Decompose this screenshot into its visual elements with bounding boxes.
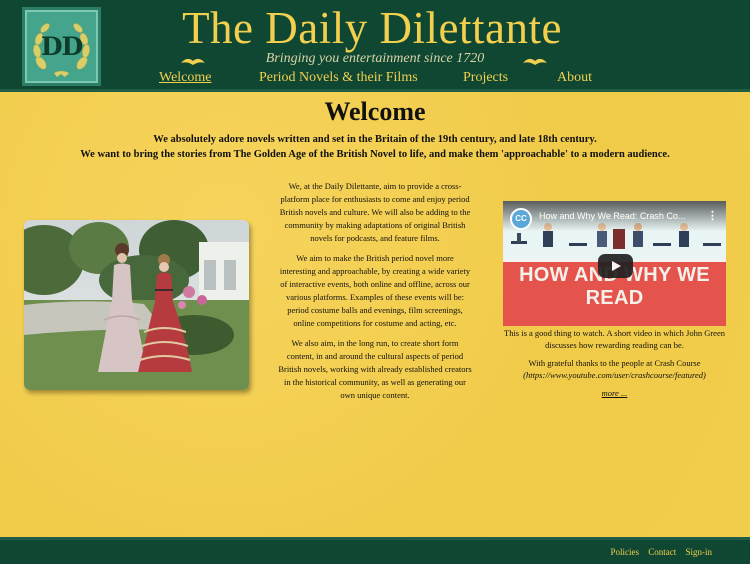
site-title-text: The Daily Dilettante bbox=[182, 3, 562, 53]
video-credit-text: With grateful thanks to the people at Cr… bbox=[528, 358, 701, 368]
costume-photo bbox=[24, 220, 249, 390]
site-tagline: Bringing you entertainment since 1720 bbox=[265, 51, 485, 66]
logo-monogram: DD bbox=[40, 32, 83, 61]
video-embed[interactable]: HOW AND WHY WE READ CC How and Why We Re… bbox=[503, 201, 726, 326]
footer-divider bbox=[0, 537, 750, 540]
mission-paragraph: We also aim, in the long run, to create … bbox=[278, 338, 472, 400]
video-description: This is a good thing to watch. A short v… bbox=[504, 328, 725, 350]
intro-line: We absolutely adore novels written and s… bbox=[153, 134, 597, 145]
video-credit-link[interactable]: (https://www.youtube.com/user/crashcours… bbox=[523, 370, 706, 380]
more-options-icon[interactable]: ⋮ bbox=[707, 210, 718, 224]
page-title: Welcome bbox=[324, 97, 426, 126]
header-divider bbox=[0, 89, 750, 92]
more-link[interactable]: more ... bbox=[602, 388, 628, 398]
costume-photo-image bbox=[24, 220, 249, 390]
nav-item-projects[interactable]: Projects bbox=[463, 70, 508, 86]
footer-links: Policies Contact Sign-in bbox=[603, 547, 712, 557]
intro-text: We absolutely adore novels written and s… bbox=[0, 132, 750, 162]
mission-paragraph: We, at the Daily Dilettante, aim to prov… bbox=[279, 181, 471, 243]
video-credit: With grateful thanks to the people at Cr… bbox=[503, 357, 726, 381]
play-button-icon[interactable] bbox=[598, 254, 633, 278]
site-title[interactable]: The Daily Dilettante bbox=[0, 2, 750, 54]
mission-paragraph: We aim to make the British period novel … bbox=[279, 253, 471, 328]
footer-link-sign-in[interactable]: Sign-in bbox=[685, 547, 712, 557]
channel-avatar-icon[interactable]: CC bbox=[510, 208, 532, 230]
mission-text: We, at the Daily Dilettante, aim to prov… bbox=[278, 180, 472, 409]
footer-link-policies[interactable]: Policies bbox=[610, 547, 639, 557]
nav-item-welcome[interactable]: Welcome bbox=[159, 70, 212, 86]
intro-line: We want to bring the stories from The Go… bbox=[80, 149, 670, 160]
nav-item-about[interactable]: About bbox=[557, 70, 592, 86]
site-header: DD The Daily Dilettante Bringing you ent… bbox=[0, 0, 750, 92]
video-caption: This is a good thing to watch. A short v… bbox=[503, 327, 726, 405]
site-footer: Policies Contact Sign-in bbox=[0, 537, 750, 564]
nav-item-period-novels[interactable]: Period Novels & their Films bbox=[259, 70, 418, 86]
video-title[interactable]: How and Why We Read: Crash Co... bbox=[539, 211, 699, 221]
footer-link-contact[interactable]: Contact bbox=[648, 547, 676, 557]
main-nav: Welcome Period Novels & their Films Proj… bbox=[0, 70, 750, 88]
